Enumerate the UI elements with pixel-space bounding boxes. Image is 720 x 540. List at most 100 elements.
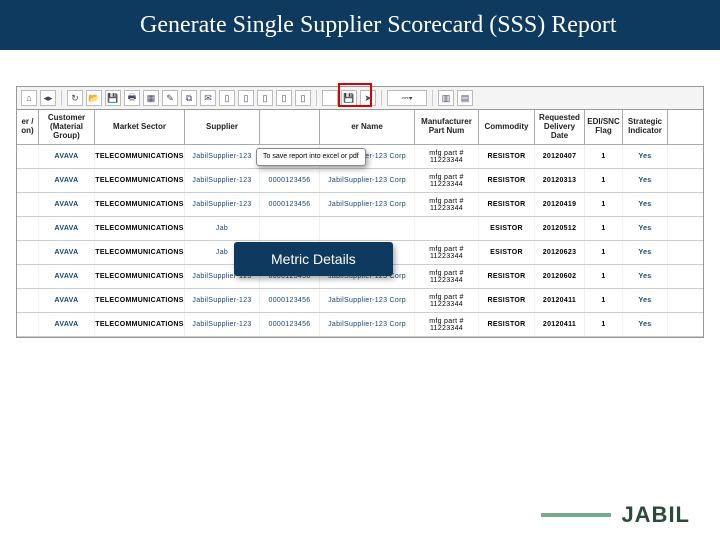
note-icon[interactable]: ▯ xyxy=(295,90,311,106)
footer-brand: JABIL xyxy=(541,502,690,528)
report-toolbar: ⌂ ◂▸ ↻ 📂 💾 🖶 ▦ ✎ ⧉ ✉ ▯ ▯ ▯ ▯ ▯ 💾 ➤ ⎓▾ ▥ … xyxy=(17,87,703,110)
cell-date: 20120623 xyxy=(535,241,585,264)
cell-idx xyxy=(17,313,39,336)
page-icon[interactable]: ▯ xyxy=(219,90,235,106)
copy-icon[interactable]: ⧉ xyxy=(181,90,197,106)
export1-icon[interactable]: ▥ xyxy=(438,90,454,106)
cell-part xyxy=(415,217,479,240)
cell-part: mfg part #11223344 xyxy=(415,289,479,312)
page-header: Generate Single Supplier Scorecard (SSS)… xyxy=(0,0,720,50)
cell-commodity: ESISTOR xyxy=(479,241,535,264)
page-title: Generate Single Supplier Scorecard (SSS)… xyxy=(140,12,617,39)
cell-idx xyxy=(17,169,39,192)
cell-code: 0000123456 xyxy=(260,193,320,216)
cell-name xyxy=(320,217,415,240)
cell-sector: TELECOMMUNICATIONS xyxy=(95,169,185,192)
metric-details-text: Metric Details xyxy=(271,251,356,267)
cell-code xyxy=(260,217,320,240)
cell-supplier: JabilSupplier-123 xyxy=(185,169,260,192)
table-header: er / on) Customer (Material Group) Marke… xyxy=(17,110,703,145)
cell-commodity: RESISTOR xyxy=(479,313,535,336)
table-row[interactable]: AVAVATELECOMMUNICATIONSJabilSupplier-123… xyxy=(17,313,703,337)
cell-customer: AVAVA xyxy=(39,193,95,216)
cell-commodity: RESISTOR xyxy=(479,145,535,168)
report-canvas: ⌂ ◂▸ ↻ 📂 💾 🖶 ▦ ✎ ⧉ ✉ ▯ ▯ ▯ ▯ ▯ 💾 ➤ ⎓▾ ▥ … xyxy=(0,50,720,470)
cell-customer: AVAVA xyxy=(39,289,95,312)
cell-idx xyxy=(17,289,39,312)
separator xyxy=(381,90,382,106)
cell-date: 20120407 xyxy=(535,145,585,168)
cell-date: 20120602 xyxy=(535,265,585,288)
cell-sector: TELECOMMUNICATIONS xyxy=(95,145,185,168)
report-viewer: ⌂ ◂▸ ↻ 📂 💾 🖶 ▦ ✎ ⧉ ✉ ▯ ▯ ▯ ▯ ▯ 💾 ➤ ⎓▾ ▥ … xyxy=(16,86,704,338)
cell-commodity: RESISTOR xyxy=(479,289,535,312)
cell-customer: AVAVA xyxy=(39,217,95,240)
cell-sector: TELECOMMUNICATIONS xyxy=(95,241,185,264)
cell-idx xyxy=(17,217,39,240)
blank-icon[interactable] xyxy=(322,90,338,106)
cell-commodity: RESISTOR xyxy=(479,169,535,192)
cell-part: mfg part #11223344 xyxy=(415,313,479,336)
cell-flag: 1 xyxy=(585,169,623,192)
cell-strategic: Yes xyxy=(623,217,668,240)
col-strategic: Strategic Indicator xyxy=(623,110,668,144)
col-part: Manufacturer Part Num xyxy=(415,110,479,144)
table-row[interactable]: AVAVATELECOMMUNICATIONSJabESISTOR2012051… xyxy=(17,217,703,241)
col-name: er Name xyxy=(320,110,415,144)
col-commodity: Commodity xyxy=(479,110,535,144)
cell-code: 0000123456 xyxy=(260,313,320,336)
page2-icon[interactable]: ▯ xyxy=(238,90,254,106)
col-customer: Customer (Material Group) xyxy=(39,110,95,144)
cell-idx xyxy=(17,241,39,264)
print-icon[interactable]: 🖶 xyxy=(124,90,140,106)
refresh-icon[interactable]: ↻ xyxy=(67,90,83,106)
cell-name: JabilSupplier-123 Corp xyxy=(320,169,415,192)
zoom-dropdown[interactable]: ⎓▾ xyxy=(387,90,427,106)
doc-icon[interactable]: ▯ xyxy=(276,90,292,106)
col-code xyxy=(260,110,320,144)
export2-icon[interactable]: ▤ xyxy=(457,90,473,106)
cell-code: 0000123456 xyxy=(260,289,320,312)
cell-customer: AVAVA xyxy=(39,265,95,288)
table-row[interactable]: AVAVATELECOMMUNICATIONSJabilSupplier-123… xyxy=(17,289,703,313)
cell-idx xyxy=(17,265,39,288)
mail-icon[interactable]: ✉ xyxy=(200,90,216,106)
cell-commodity: ESISTOR xyxy=(479,217,535,240)
cell-date: 20120419 xyxy=(535,193,585,216)
docx-icon[interactable]: ▯ xyxy=(257,90,273,106)
table-row[interactable]: AVAVATELECOMMUNICATIONSJabilSupplier-123… xyxy=(17,193,703,217)
cell-sector: TELECOMMUNICATIONS xyxy=(95,193,185,216)
cell-sector: TELECOMMUNICATIONS xyxy=(95,265,185,288)
cell-commodity: RESISTOR xyxy=(479,265,535,288)
separator xyxy=(432,90,433,106)
xls-icon[interactable]: ▦ xyxy=(143,90,159,106)
cell-flag: 1 xyxy=(585,145,623,168)
col-flag: EDI/SNC Flag xyxy=(585,110,623,144)
open-icon[interactable]: 📂 xyxy=(86,90,102,106)
cell-part: mfg part #11223344 xyxy=(415,241,479,264)
separator xyxy=(61,90,62,106)
cell-flag: 1 xyxy=(585,289,623,312)
cell-part: mfg part #11223344 xyxy=(415,169,479,192)
cell-name: JabilSupplier-123 Corp xyxy=(320,289,415,312)
table-row[interactable]: AVAVATELECOMMUNICATIONSJabilSupplier-123… xyxy=(17,169,703,193)
cell-supplier: JabilSupplier-123 xyxy=(185,313,260,336)
disk-icon[interactable]: 💾 xyxy=(341,90,357,106)
cell-idx xyxy=(17,193,39,216)
cell-supplier: Jab xyxy=(185,217,260,240)
cell-name: JabilSupplier-123 Corp xyxy=(320,313,415,336)
cell-customer: AVAVA xyxy=(39,313,95,336)
cell-supplier: JabilSupplier-123 xyxy=(185,289,260,312)
cell-strategic: Yes xyxy=(623,265,668,288)
separator xyxy=(316,90,317,106)
nav-back-icon[interactable]: ◂▸ xyxy=(40,90,56,106)
save-hint-callout: To save report into excel or pdf xyxy=(256,148,366,166)
cell-strategic: Yes xyxy=(623,289,668,312)
cell-idx xyxy=(17,145,39,168)
arrow-icon[interactable]: ➤ xyxy=(360,90,376,106)
cell-commodity: RESISTOR xyxy=(479,193,535,216)
pdf-icon[interactable]: ✎ xyxy=(162,90,178,106)
cell-part: mfg part #11223344 xyxy=(415,193,479,216)
home-icon[interactable]: ⌂ xyxy=(21,90,37,106)
save-icon[interactable]: 💾 xyxy=(105,90,121,106)
